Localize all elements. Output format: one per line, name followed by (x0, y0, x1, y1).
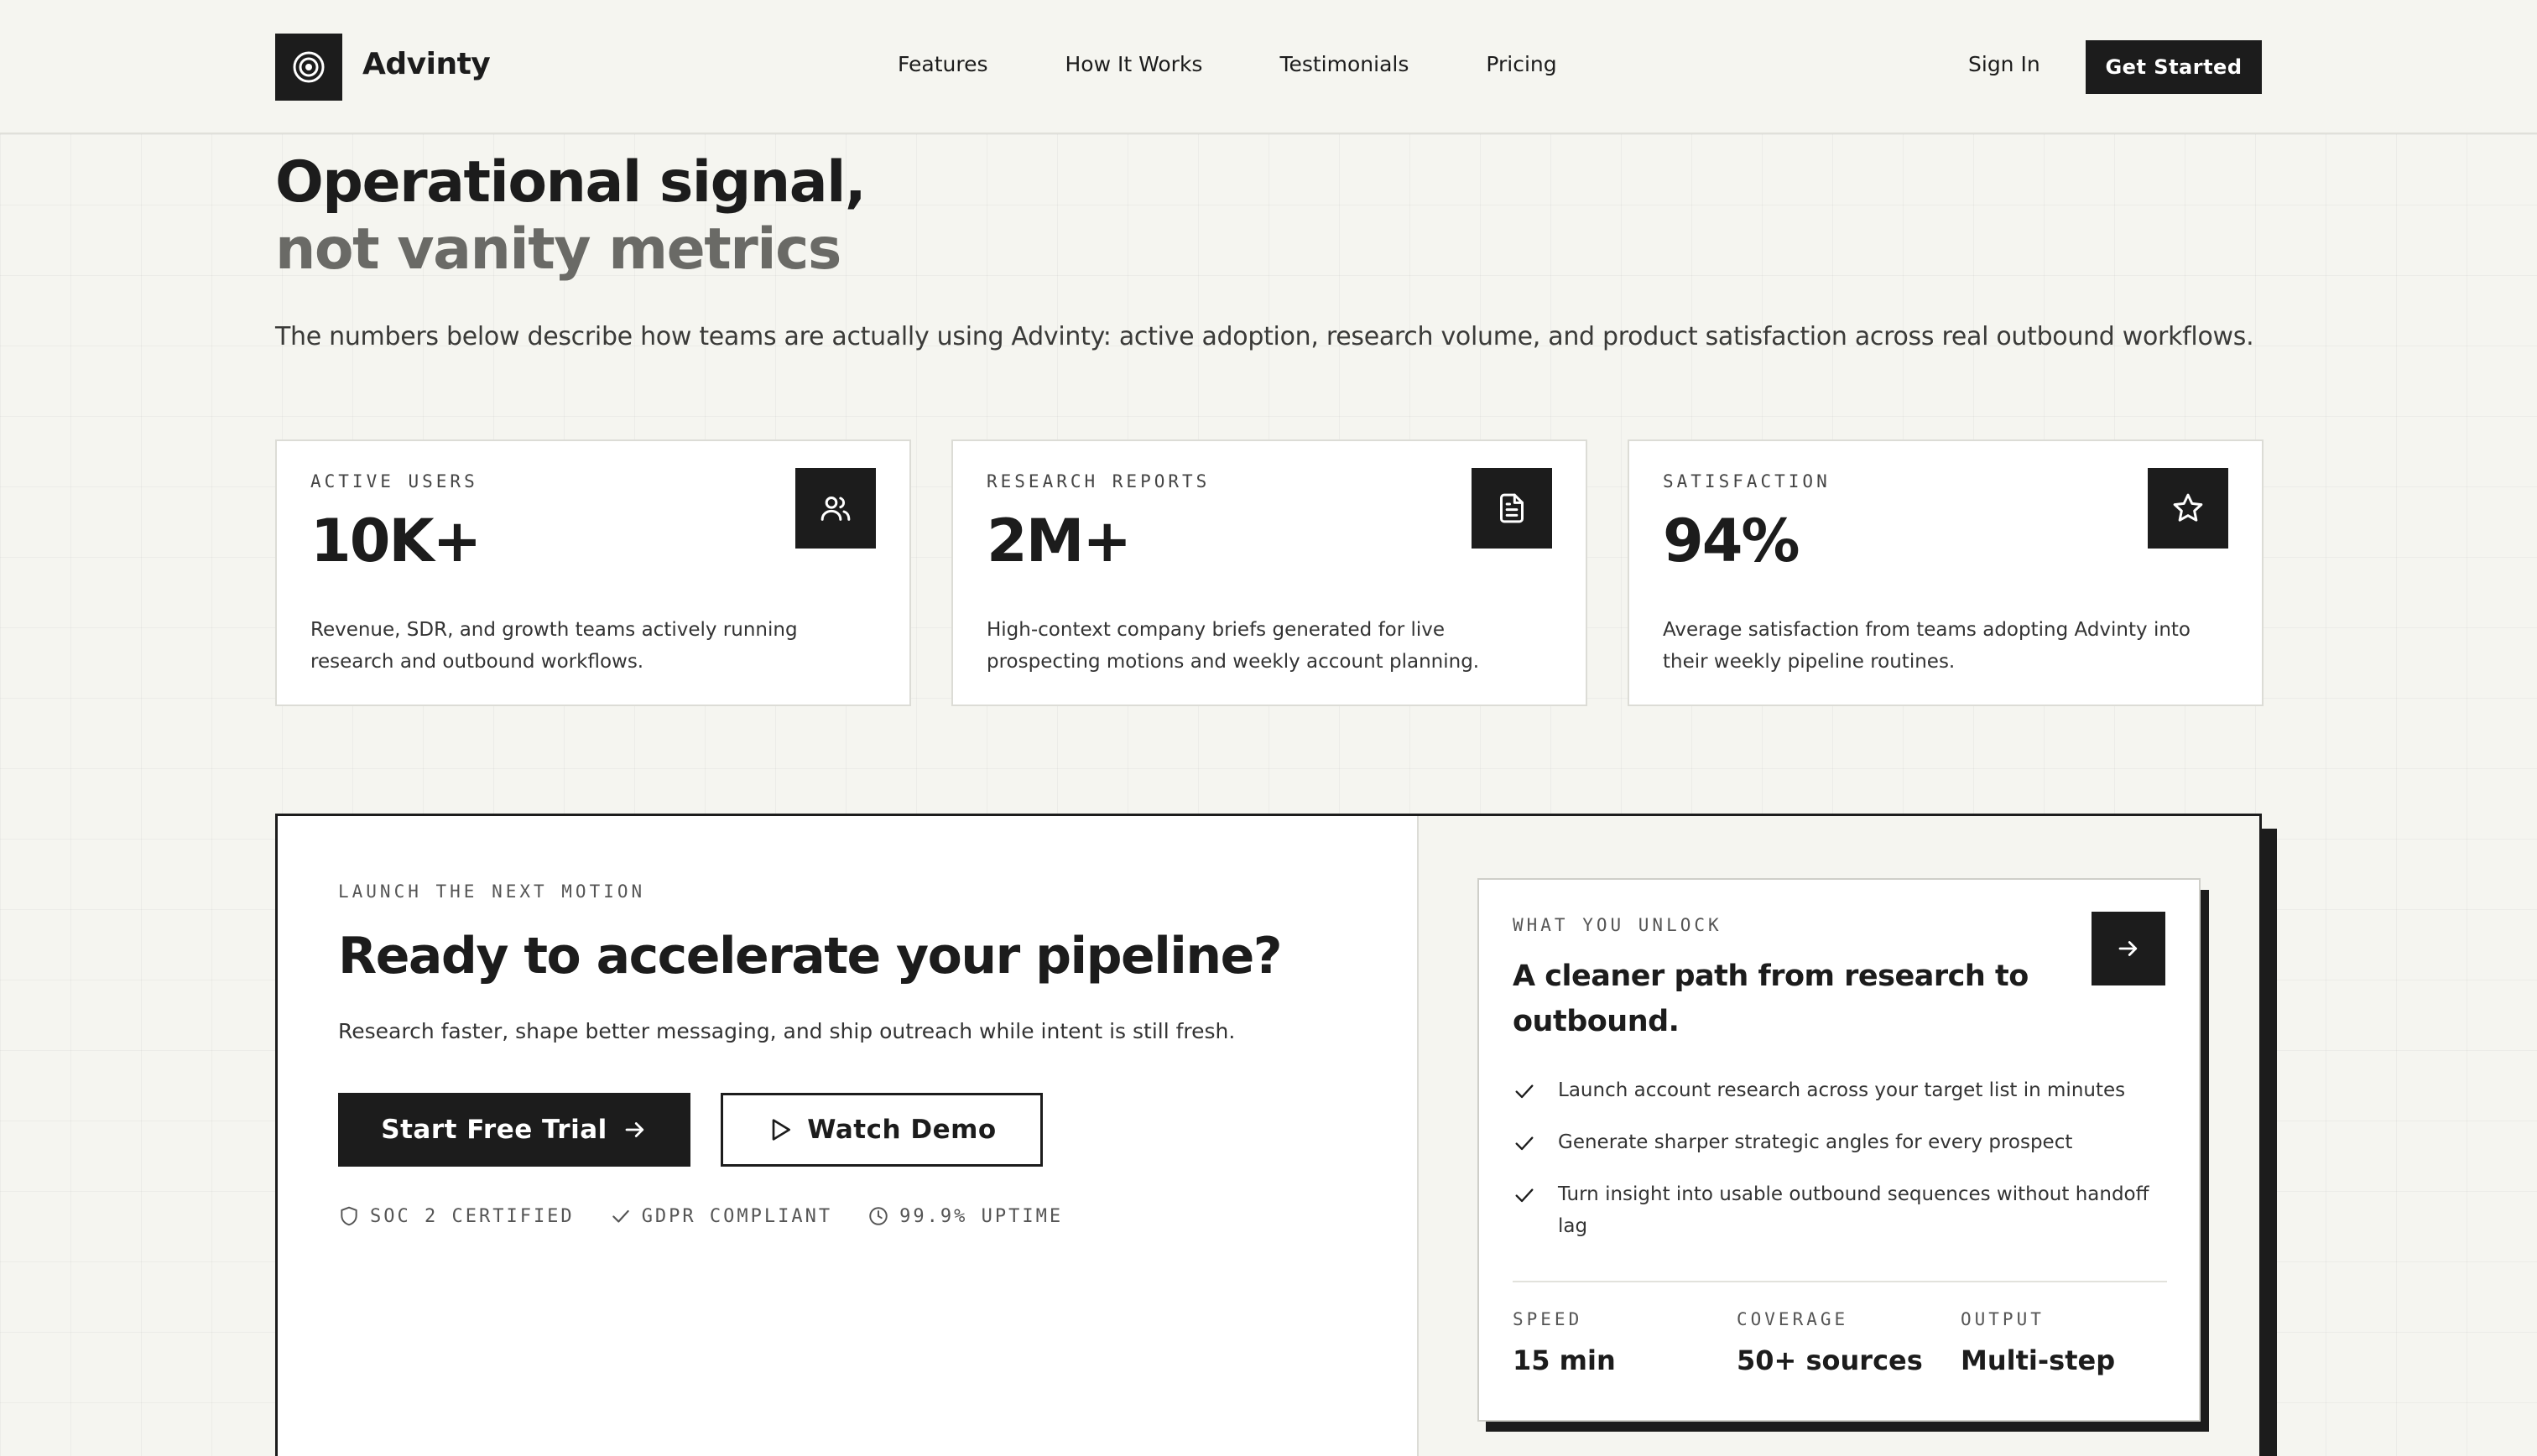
document-icon (1500, 493, 1524, 523)
unlock-arrow-button[interactable] (2092, 912, 2165, 985)
stat-description: Average satisfaction from teams adopting… (1663, 619, 2191, 673)
metric-speed: SPEED 15 min (1513, 1309, 1616, 1376)
watch-demo-button[interactable]: Watch Demo (721, 1093, 1043, 1167)
badge-text: SOC 2 CERTIFIED (370, 1205, 575, 1227)
metric-value: 50+ sources (1737, 1344, 1923, 1376)
badge-gdpr: GDPR COMPLIANT (610, 1205, 832, 1227)
check-icon (1515, 1188, 1534, 1203)
metric-label: SPEED (1513, 1309, 1583, 1329)
list-item-text: Launch account research across your targ… (1558, 1079, 2126, 1101)
stat-value: 10K+ (310, 507, 482, 575)
check-icon (1515, 1084, 1534, 1099)
target-icon (293, 51, 325, 83)
watch-demo-label: Watch Demo (807, 1115, 997, 1145)
stat-value: 94% (1663, 507, 1800, 575)
nav-link-features[interactable]: Features (898, 52, 988, 76)
start-free-trial-label: Start Free Trial (381, 1115, 607, 1145)
stat-label: ACTIVE USERS (310, 471, 478, 491)
cta-title: Ready to accelerate your pipeline? (338, 927, 1283, 985)
unlock-eyebrow: WHAT YOU UNLOCK (1513, 915, 1722, 935)
check-icon (612, 1209, 629, 1223)
users-icon (820, 497, 851, 521)
metric-value: Multi-step (1961, 1344, 2116, 1376)
page-title: Operational signal, (275, 149, 867, 216)
metric-value: 15 min (1513, 1344, 1616, 1376)
stat-icon-box (2148, 468, 2228, 549)
brand-name[interactable]: Advinty (362, 47, 491, 81)
cta-subtitle: Research faster, shape better messaging,… (338, 1019, 1236, 1043)
check-icon (1515, 1136, 1534, 1151)
arrow-right-icon (625, 1122, 643, 1137)
get-started-button[interactable]: Get Started (2086, 40, 2262, 94)
metric-output: OUTPUT Multi-step (1961, 1309, 2115, 1376)
stat-icon-box (1472, 468, 1552, 549)
badge-text: 99.9% UPTIME (899, 1205, 1064, 1227)
page-title-secondary: not vanity metrics (275, 216, 841, 283)
stat-icon-box (795, 468, 876, 549)
unlock-panel-area: WHAT YOU UNLOCK A cleaner path from rese… (1417, 816, 2259, 1456)
metric-label: COVERAGE (1737, 1309, 1849, 1329)
badge-uptime: 99.9% UPTIME (867, 1205, 1063, 1227)
nav-link-how-it-works[interactable]: How It Works (1065, 52, 1203, 76)
stat-description: Revenue, SDR, and growth teams actively … (310, 619, 798, 673)
stat-card-active-users: ACTIVE USERS 10K+ Revenue, SDR, and grow… (275, 439, 911, 706)
cta-panel: LAUNCH THE NEXT MOTION Ready to accelera… (275, 814, 2262, 1456)
stat-card-research-reports: RESEARCH REPORTS 2M+ High-context compan… (951, 439, 1587, 706)
stat-description: High-context company briefs generated fo… (987, 619, 1480, 673)
list-item: Generate sharper strategic angles for ev… (1513, 1126, 2167, 1158)
stat-card-satisfaction: SATISFACTION 94% Average satisfaction fr… (1628, 439, 2264, 706)
badge-text: GDPR COMPLIANT (641, 1205, 833, 1227)
unlock-title: A cleaner path from research to outbound… (1513, 959, 2029, 1038)
list-item: Launch account research across your targ… (1513, 1074, 2167, 1106)
list-item-text: Generate sharper strategic angles for ev… (1558, 1131, 2073, 1153)
list-item: Turn insight into usable outbound sequen… (1513, 1178, 2167, 1242)
trust-badges: SOC 2 CERTIFIED GDPR COMPLIANT 99.9% UPT… (338, 1205, 1098, 1227)
shield-icon (341, 1206, 357, 1226)
nav-links: Features How It Works Testimonials Prici… (898, 52, 1634, 76)
metric-label: OUTPUT (1961, 1309, 2045, 1329)
nav-link-testimonials[interactable]: Testimonials (1279, 52, 1409, 76)
top-nav: Advinty Features How It Works Testimonia… (0, 0, 2537, 134)
start-free-trial-button[interactable]: Start Free Trial (338, 1093, 690, 1167)
unlock-card: WHAT YOU UNLOCK A cleaner path from rese… (1477, 878, 2201, 1422)
stat-value: 2M+ (987, 507, 1132, 575)
clock-icon (869, 1207, 888, 1225)
sign-in-link[interactable]: Sign In (1968, 52, 2040, 76)
stat-label: RESEARCH REPORTS (987, 471, 1211, 491)
stat-label: SATISFACTION (1663, 471, 1831, 491)
star-icon (2173, 493, 2203, 522)
list-item-text: Turn insight into usable outbound sequen… (1558, 1183, 2149, 1237)
nav-link-pricing[interactable]: Pricing (1486, 52, 1556, 76)
arrow-right-icon (2118, 941, 2138, 956)
badge-soc2: SOC 2 CERTIFIED (338, 1205, 575, 1227)
intro-text: The numbers below describe how teams are… (275, 322, 2254, 351)
logo[interactable] (275, 34, 342, 101)
metric-coverage: COVERAGE 50+ sources (1737, 1309, 1923, 1376)
play-icon (772, 1119, 791, 1141)
unlock-checklist: Launch account research across your targ… (1513, 1074, 2167, 1262)
divider (1513, 1281, 2167, 1282)
cta-eyebrow: LAUNCH THE NEXT MOTION (338, 881, 646, 902)
